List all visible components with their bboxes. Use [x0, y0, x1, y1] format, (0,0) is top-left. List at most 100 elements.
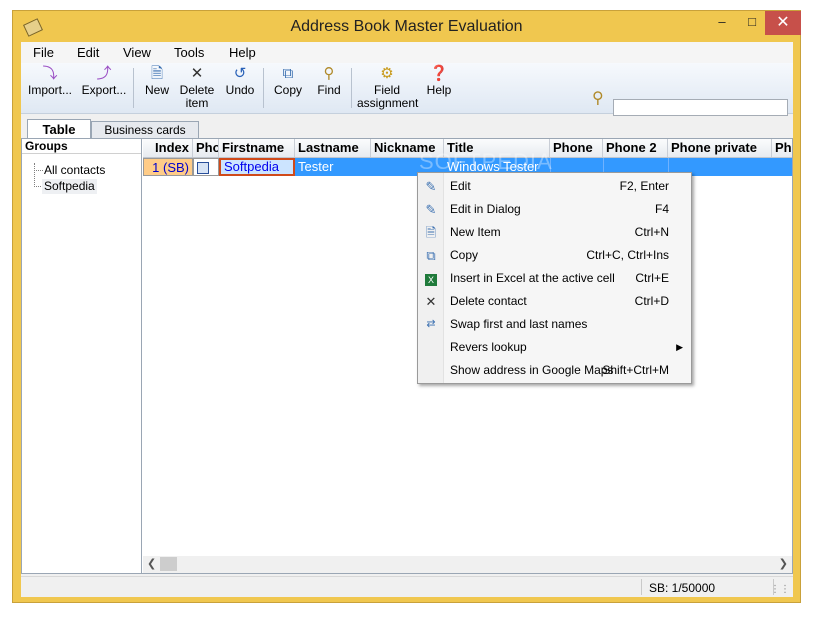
close-button[interactable]: ✕: [765, 11, 801, 35]
scroll-left-icon[interactable]: ❮: [147, 557, 156, 570]
contact-photo-icon: [197, 162, 209, 174]
context-item-label: Show address in Google Maps: [450, 363, 614, 377]
context-menu: ✎ Edit F2, Enter ✎ Edit in Dialog F4 🗎 N…: [417, 172, 692, 384]
copy-label: Copy: [273, 83, 302, 97]
tree-line: [34, 170, 43, 171]
scroll-right-icon[interactable]: ❯: [779, 557, 788, 570]
context-item-revers-lookup[interactable]: Revers lookup ▶: [418, 336, 691, 359]
new-item-icon: 🗎: [425, 225, 437, 240]
title-bar[interactable]: Address Book Master Evaluation – □ ✕: [13, 11, 801, 45]
group-item-all-contacts[interactable]: All contacts: [44, 163, 105, 178]
new-document-icon: 🗎: [150, 65, 164, 82]
submenu-arrow-icon: ▶: [676, 342, 683, 352]
copy-button[interactable]: ⧉ Copy: [271, 65, 305, 111]
context-item-new-item[interactable]: 🗎 New Item Ctrl+N: [418, 221, 691, 244]
context-item-label: New Item: [450, 225, 501, 239]
copy-icon: ⧉: [282, 65, 294, 82]
undo-button[interactable]: ↺ Undo: [223, 65, 257, 111]
status-separator: [641, 579, 642, 595]
help-icon: ❓: [429, 65, 449, 82]
gears-icon: ⚙: [380, 65, 394, 82]
resize-grip-icon[interactable]: ⋮⋮: [770, 584, 790, 595]
export-label: Export...: [81, 83, 127, 97]
tab-business-cards[interactable]: Business cards: [91, 121, 199, 138]
menu-edit[interactable]: Edit: [77, 45, 99, 60]
context-item-label: Edit: [450, 179, 471, 193]
menu-tools[interactable]: Tools: [174, 45, 204, 60]
context-item-label: Edit in Dialog: [450, 202, 521, 216]
column-header-phone-more[interactable]: Pho: [772, 139, 792, 157]
context-item-shortcut: Ctrl+N: [634, 225, 669, 239]
tree-line: [34, 163, 35, 187]
delete-x-icon: ✕: [190, 65, 204, 82]
delete-label-2: item: [185, 96, 209, 110]
help-label: Help: [426, 83, 452, 97]
undo-icon: ↺: [233, 65, 247, 82]
column-header-phone[interactable]: Phone: [550, 139, 603, 157]
horizontal-scrollbar[interactable]: ❮ ❯: [143, 556, 792, 573]
column-header-phone-private[interactable]: Phone private: [668, 139, 772, 157]
window-title: Address Book Master Evaluation: [290, 18, 523, 35]
field-label-2: assignment: [357, 96, 419, 110]
help-button[interactable]: ❓ Help: [423, 65, 455, 111]
context-item-delete-contact[interactable]: ✕ Delete contact Ctrl+D: [418, 290, 691, 313]
groups-header: Groups: [22, 139, 141, 154]
cell-index[interactable]: 1 (SB): [143, 158, 193, 176]
context-item-label: Copy: [450, 248, 479, 262]
new-label: New: [144, 83, 169, 97]
groups-panel: Groups All contacts Softpedia: [22, 139, 142, 573]
menu-file[interactable]: File: [33, 45, 54, 60]
context-item-label: Insert in Excel at the active cell: [450, 271, 615, 285]
column-header-index[interactable]: Index: [143, 139, 193, 157]
export-button[interactable]: ⤴ Export...: [79, 65, 129, 111]
column-header-lastname[interactable]: Lastname: [295, 139, 371, 157]
minimize-button[interactable]: –: [707, 11, 737, 35]
context-item-edit[interactable]: ✎ Edit F2, Enter: [418, 175, 691, 198]
context-item-edit-in-dialog[interactable]: ✎ Edit in Dialog F4: [418, 198, 691, 221]
import-button[interactable]: ⤵ Import...: [25, 65, 75, 111]
context-item-shortcut: Ctrl+C, Ctrl+Ins: [586, 248, 669, 262]
status-record-count: SB: 1/50000: [649, 581, 716, 595]
maximize-button[interactable]: □: [737, 11, 767, 35]
column-header-firstname[interactable]: Firstname: [219, 139, 295, 157]
status-bar: SB: 1/50000 ⋮⋮: [21, 576, 793, 597]
delete-item-button[interactable]: ✕ Delete item: [177, 65, 217, 111]
swap-icon: ⇄: [426, 318, 436, 330]
delete-icon: ✕: [425, 294, 437, 309]
context-item-label: Delete contact: [450, 294, 527, 308]
find-button[interactable]: ⚲ Find: [313, 65, 345, 111]
export-arrow-icon: ⤴: [96, 65, 112, 82]
delete-label-1: Delete: [179, 83, 215, 97]
cell-photo[interactable]: [193, 158, 219, 176]
scroll-thumb[interactable]: [160, 557, 177, 571]
cell-firstname[interactable]: Softpedia: [219, 158, 295, 176]
context-item-insert-excel[interactable]: X Insert in Excel at the active cell Ctr…: [418, 267, 691, 290]
excel-icon: X: [423, 267, 439, 290]
context-item-copy[interactable]: ⧉ Copy Ctrl+C, Ctrl+Ins: [418, 244, 691, 267]
field-assignment-button[interactable]: ⚙ Field assignment: [357, 65, 419, 111]
column-header-phone-2[interactable]: Phone 2: [603, 139, 668, 157]
tab-table[interactable]: Table: [27, 119, 91, 138]
context-item-label: Revers lookup: [450, 340, 527, 354]
context-item-label: Swap first and last names: [450, 317, 588, 331]
group-item-softpedia[interactable]: Softpedia: [42, 179, 97, 194]
magnifier-icon: ⚲: [323, 65, 335, 82]
field-label-1: Field: [373, 83, 400, 97]
view-tabs: Table Business cards: [21, 114, 793, 138]
toolbar-separator: [263, 68, 264, 108]
menu-view[interactable]: View: [123, 45, 151, 60]
toolbar-separator: [351, 68, 352, 108]
context-item-shortcut: F2, Enter: [619, 179, 669, 193]
context-item-swap-names[interactable]: ⇄ Swap first and last names: [418, 313, 691, 336]
menu-help[interactable]: Help: [229, 45, 256, 60]
undo-label: Undo: [225, 83, 255, 97]
context-item-shortcut: Ctrl+E: [635, 271, 669, 285]
search-icon: ⚲: [592, 90, 604, 107]
column-header-photo[interactable]: Pho: [193, 139, 219, 157]
context-item-google-maps[interactable]: Show address in Google Maps Shift+Ctrl+M: [418, 359, 691, 382]
cell-lastname[interactable]: Tester: [295, 158, 371, 176]
edit-icon: ✎: [425, 179, 437, 194]
context-item-shortcut: Ctrl+D: [634, 294, 669, 308]
menu-bar: File Edit View Tools Help: [21, 42, 793, 63]
new-button[interactable]: 🗎 New: [141, 65, 173, 111]
